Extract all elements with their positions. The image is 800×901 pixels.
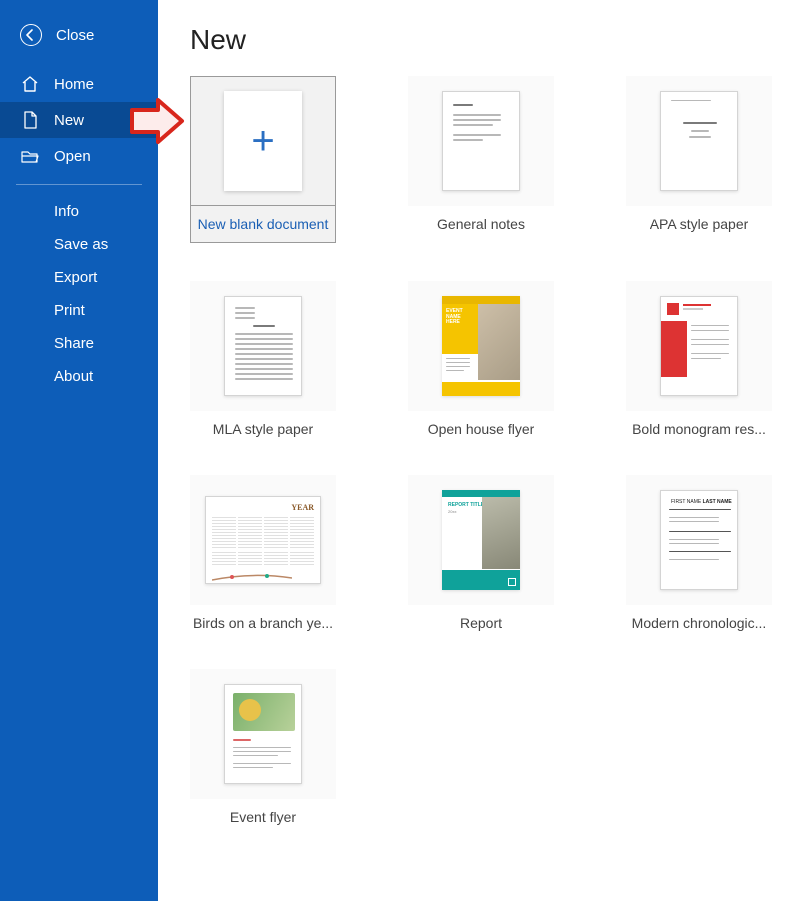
nav-export[interactable]: Export [0, 261, 158, 294]
nav-open[interactable]: Open [0, 138, 158, 174]
template-thumb: EVENTNAMEHERE [408, 281, 554, 411]
nav-share[interactable]: Share [0, 327, 158, 360]
template-thumb: REPORT TITLE 20xx [408, 475, 554, 605]
template-event-flyer[interactable]: Event flyer [190, 669, 336, 825]
template-thumb: FIRST NAME LAST NAME [626, 475, 772, 605]
nav-new-label: New [54, 112, 84, 129]
nav-new[interactable]: New [0, 102, 158, 138]
template-thumb: + [190, 76, 336, 206]
template-thumb [626, 76, 772, 206]
close-label: Close [56, 27, 94, 44]
nav-print[interactable]: Print [0, 294, 158, 327]
template-modern-chronological[interactable]: FIRST NAME LAST NAME Modern chronologic.… [626, 475, 772, 631]
template-thumb [190, 669, 336, 799]
nav-home[interactable]: Home [0, 66, 158, 102]
home-icon [20, 74, 40, 94]
template-label: Birds on a branch ye... [193, 615, 333, 631]
page-title: New [190, 24, 800, 56]
template-birds-on-a-branch-year[interactable]: YEAR [190, 475, 336, 631]
nav-separator [16, 184, 142, 185]
nav-save-as[interactable]: Save as [0, 228, 158, 261]
template-label: MLA style paper [213, 421, 313, 437]
template-thumb: YEAR [190, 475, 336, 605]
template-label: APA style paper [650, 216, 749, 232]
template-thumb [190, 281, 336, 411]
template-label: Report [460, 615, 502, 631]
template-apa-style-paper[interactable]: APA style paper [626, 76, 772, 243]
template-label: Modern chronologic... [632, 615, 767, 631]
template-label: Open house flyer [428, 421, 535, 437]
plus-icon: + [251, 121, 274, 161]
template-bold-monogram-resume[interactable]: Bold monogram res... [626, 281, 772, 437]
template-gallery: + New blank document General notes [190, 76, 790, 825]
close-button[interactable]: Close [0, 18, 158, 66]
template-thumb [626, 281, 772, 411]
backstage-sidebar: Close Home New Open Info Save as Export … [0, 0, 158, 901]
nav-open-label: Open [54, 148, 91, 165]
template-label: Event flyer [230, 809, 296, 825]
nav-about[interactable]: About [0, 360, 158, 393]
template-label: Bold monogram res... [632, 421, 766, 437]
back-arrow-icon [20, 24, 42, 46]
template-label: New blank document [190, 206, 336, 243]
template-open-house-flyer[interactable]: EVENTNAMEHERE Open house flyer [408, 281, 554, 437]
nav-home-label: Home [54, 76, 94, 93]
new-document-icon [20, 110, 40, 130]
nav-info[interactable]: Info [0, 195, 158, 228]
main-content: New + New blank document [158, 0, 800, 901]
template-general-notes[interactable]: General notes [408, 76, 554, 243]
template-label: General notes [437, 216, 525, 232]
template-mla-style-paper[interactable]: MLA style paper [190, 281, 336, 437]
folder-open-icon [20, 146, 40, 166]
template-thumb [408, 76, 554, 206]
template-report[interactable]: REPORT TITLE 20xx Report [408, 475, 554, 631]
template-new-blank-document[interactable]: + New blank document [190, 76, 336, 243]
